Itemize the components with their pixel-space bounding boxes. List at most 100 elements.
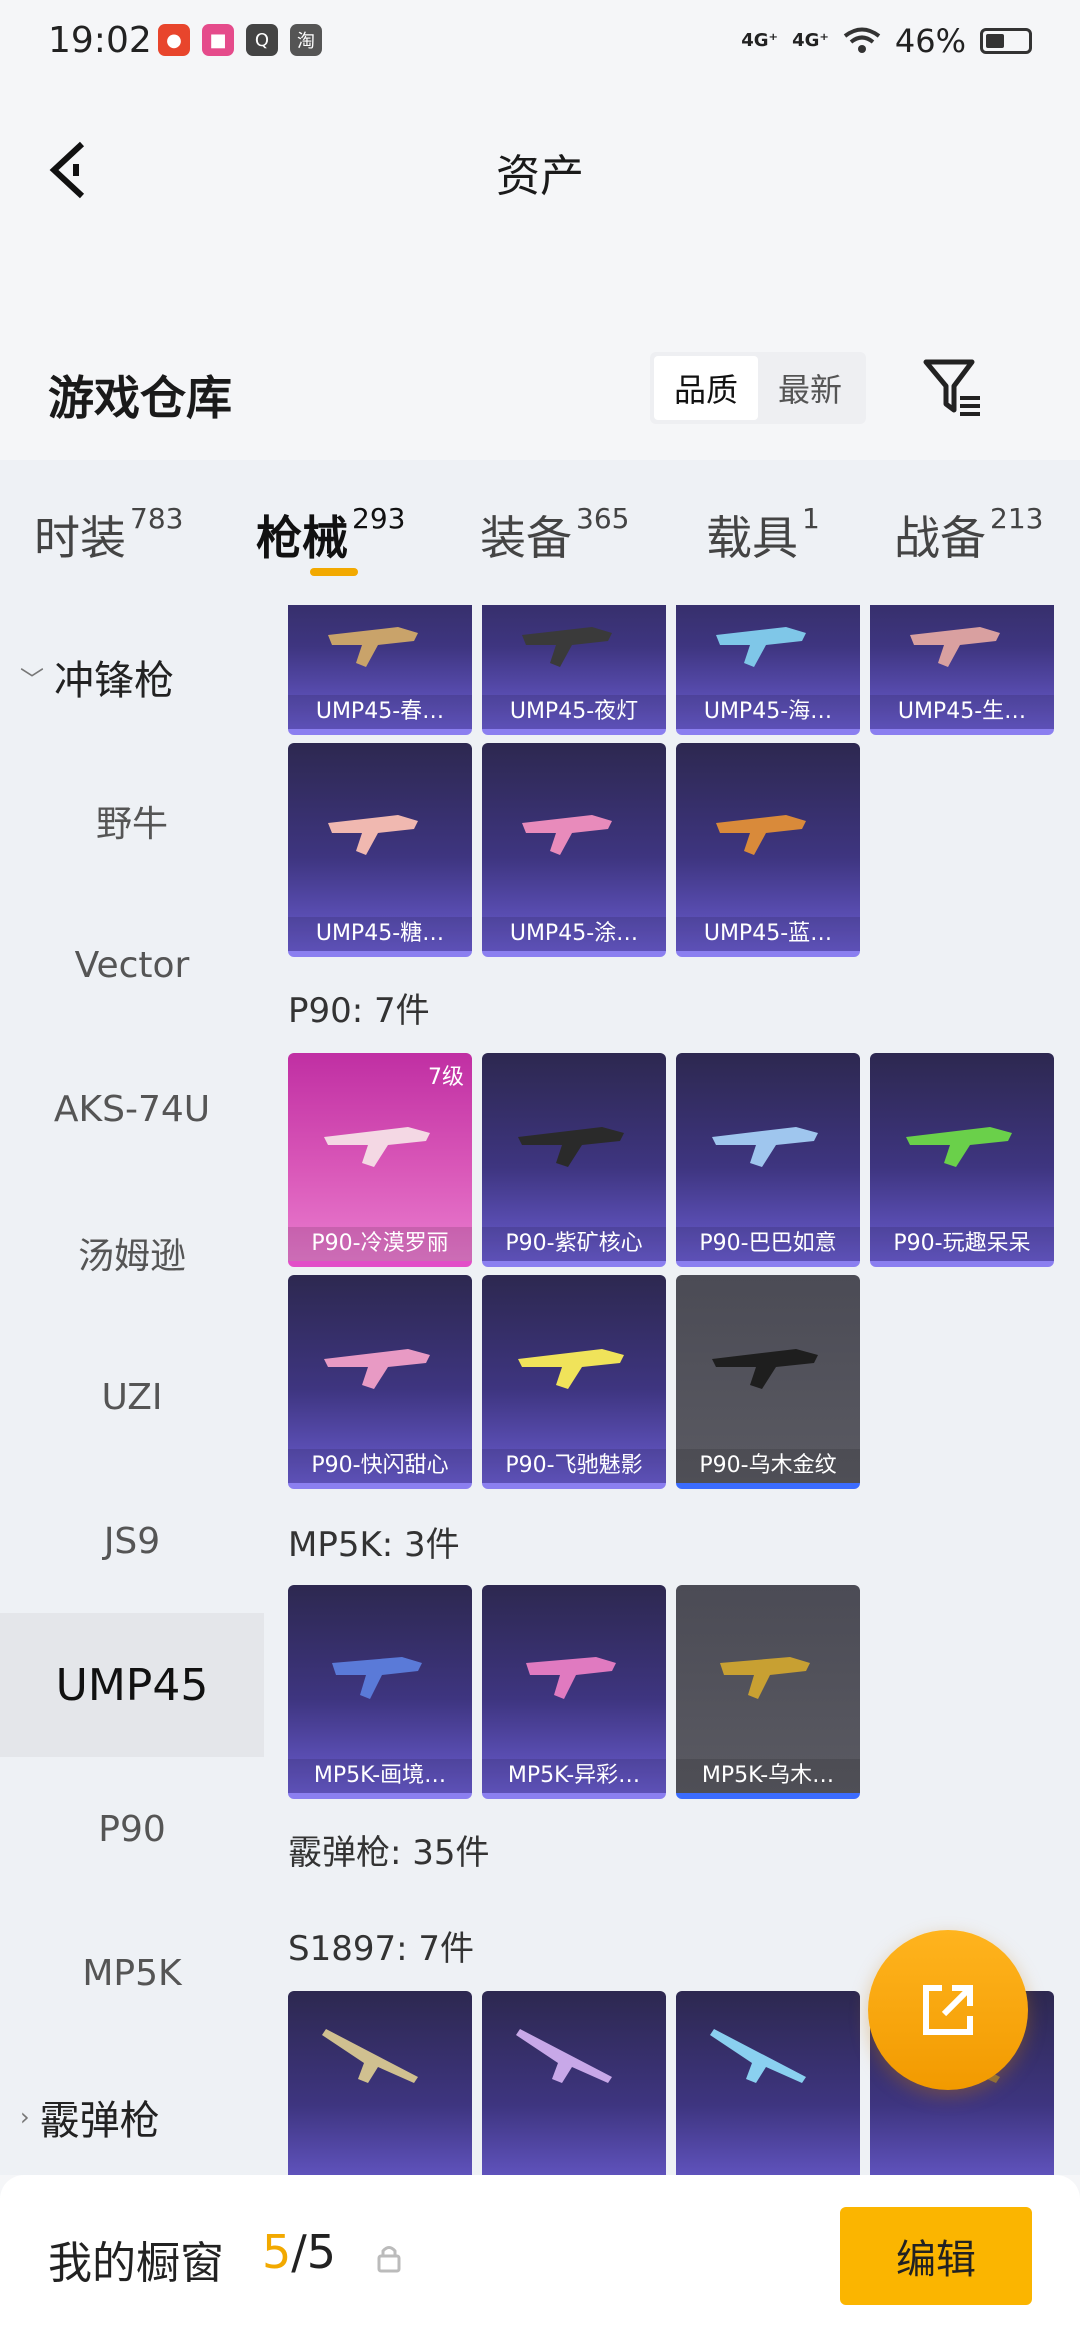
shotgun-icon (516, 2029, 612, 2083)
header: 资产 (0, 90, 1080, 340)
sidebar-group-label: 霰弹枪 (39, 2098, 160, 2144)
weapon-name: UMP45-糖… (288, 917, 472, 951)
sidebar-item-thompson[interactable]: 汤姆逊 (0, 1181, 264, 1325)
battery-icon (980, 28, 1032, 54)
weapon-card[interactable] (676, 1991, 860, 2175)
tab-label: 枪械 (256, 511, 348, 565)
sort-newest-button[interactable]: 最新 (758, 356, 862, 420)
section-label-p90: P90: 7件 (288, 991, 430, 1031)
weapon-name: UMP45-蓝… (676, 917, 860, 951)
weapon-sidebar: ﹀ 冲锋枪 野牛 Vector AKS-74U 汤姆逊 UZI JS9 UMP4… (0, 605, 264, 2175)
weapon-name: UMP45-夜灯 (482, 695, 666, 729)
weapon-card[interactable]: MP5K-画境… (288, 1585, 472, 1799)
tab-label: 时装 (34, 511, 126, 565)
tab-count: 293 (352, 501, 406, 535)
weapon-card[interactable]: UMP45-夜灯 (482, 605, 666, 735)
taobao-icon: 淘 (290, 24, 322, 56)
tab-firearms[interactable]: 枪械 293 (256, 502, 405, 568)
signal-icon: 4G⁺ (792, 30, 829, 51)
weapon-name: MP5K-异彩… (482, 1759, 666, 1793)
weapon-card[interactable]: P90-紫矿核心 (482, 1053, 666, 1267)
share-icon (923, 1985, 973, 2035)
weapon-name: P90-飞驰魅影 (482, 1449, 666, 1483)
tab-count: 213 (990, 501, 1044, 535)
smg-icon (522, 815, 612, 855)
sort-quality-button[interactable]: 品质 (654, 356, 758, 420)
battery-percent: 46% (894, 22, 966, 60)
weapon-name: P90-快闪甜心 (288, 1449, 472, 1483)
category-tabs: 时装 783 枪械 293 装备 365 载具 1 战备 213 (0, 460, 1080, 605)
weapon-card[interactable]: P90-巴巴如意 (676, 1053, 860, 1267)
weapon-card[interactable]: MP5K-乌木… (676, 1585, 860, 1799)
weapon-name: MP5K-画境… (288, 1759, 472, 1793)
weapon-card[interactable] (482, 1991, 666, 2175)
tab-count: 783 (130, 501, 184, 535)
weapon-card[interactable]: UMP45-涂… (482, 743, 666, 957)
smg-icon (526, 1657, 616, 1699)
smg-icon (522, 627, 612, 667)
chevron-down-icon: ﹀ (20, 665, 44, 694)
showcase-current: 5 (262, 2225, 292, 2279)
smg-icon (716, 627, 806, 667)
warehouse-title: 游戏仓库 (48, 371, 232, 425)
wifi-icon (843, 27, 881, 53)
rifle-icon (712, 1349, 818, 1389)
app-notification-icon: Q (246, 24, 278, 56)
showcase-title: 我的橱窗 (48, 2238, 224, 2289)
weapon-level: 7级 (428, 1065, 464, 1090)
status-bar: 19:02 ● ■ Q 淘 4G⁺ 4G⁺ 46% (0, 0, 1080, 90)
app-notification-icon: ■ (202, 24, 234, 56)
sidebar-item-ump45[interactable]: UMP45 (0, 1613, 264, 1757)
weapon-name: P90-巴巴如意 (676, 1227, 860, 1261)
sort-toggle: 品质 最新 (650, 352, 866, 424)
sidebar-item-bizon[interactable]: 野牛 (0, 749, 264, 893)
section-label-mp5k: MP5K: 3件 (288, 1525, 460, 1565)
weapon-card[interactable]: UMP45-生… (870, 605, 1054, 735)
shotgun-icon (322, 2029, 418, 2083)
sidebar-item-p90[interactable]: P90 (0, 1757, 264, 1901)
weapon-card[interactable]: P90-乌木金纹 (676, 1275, 860, 1489)
rifle-icon (712, 1127, 818, 1167)
sidebar-group-shotgun[interactable]: › 霰弹枪 (0, 2045, 264, 2189)
sidebar-item-mp5k[interactable]: MP5K (0, 1901, 264, 2045)
showcase-bar: 我的橱窗 5/5 编辑 (0, 2175, 1080, 2340)
filter-icon[interactable] (920, 354, 990, 424)
shotgun-icon (710, 2029, 806, 2083)
smg-icon (720, 1657, 810, 1699)
page-title: 资产 (496, 151, 584, 202)
tab-equipment[interactable]: 装备 365 (480, 502, 629, 568)
sidebar-group-label: 冲锋枪 (54, 658, 174, 704)
tab-vehicles[interactable]: 载具 1 (706, 502, 820, 568)
weapon-card[interactable]: MP5K-异彩… (482, 1585, 666, 1799)
section-label-shotgun: 霰弹枪: 35件 (288, 1833, 490, 1873)
sidebar-group-smg[interactable]: ﹀ 冲锋枪 (0, 605, 264, 749)
sidebar-item-uzi[interactable]: UZI (0, 1325, 264, 1469)
weapon-card[interactable]: UMP45-春… (288, 605, 472, 735)
sidebar-item-vector[interactable]: Vector (0, 893, 264, 1037)
weapon-card[interactable] (288, 1991, 472, 2175)
weapon-name: P90-乌木金纹 (676, 1449, 860, 1483)
weapon-card[interactable]: UMP45-糖… (288, 743, 472, 957)
tab-fashion[interactable]: 时装 783 (34, 502, 183, 568)
weapon-card[interactable]: P90-快闪甜心 (288, 1275, 472, 1489)
chevron-right-icon: › (20, 2103, 30, 2131)
weapon-card[interactable]: UMP45-海… (676, 605, 860, 735)
tab-supplies[interactable]: 战备 213 (894, 502, 1043, 568)
weapon-card[interactable]: UMP45-蓝… (676, 743, 860, 957)
weapon-name: P90-冷漠罗丽 (288, 1227, 472, 1261)
weapon-name: UMP45-生… (870, 695, 1054, 729)
showcase-count: 5/5 (262, 2225, 336, 2279)
sidebar-item-aks74u[interactable]: AKS-74U (0, 1037, 264, 1181)
weapon-card[interactable]: P90-飞驰魅影 (482, 1275, 666, 1489)
signal-icon: 4G⁺ (741, 30, 779, 51)
edit-button[interactable]: 编辑 (840, 2207, 1032, 2305)
section-label-s1897: S1897: 7件 (288, 1929, 475, 1969)
rifle-icon (518, 1349, 624, 1389)
weapon-name: P90-玩趣呆呆 (870, 1227, 1054, 1261)
lock-icon (377, 2246, 401, 2273)
weapon-card[interactable]: P90-玩趣呆呆 (870, 1053, 1054, 1267)
weapon-card[interactable]: 7级 P90-冷漠罗丽 (288, 1053, 472, 1267)
sidebar-item-js9[interactable]: JS9 (0, 1469, 264, 1613)
share-button[interactable] (868, 1930, 1028, 2090)
tab-label: 战备 (894, 511, 986, 565)
